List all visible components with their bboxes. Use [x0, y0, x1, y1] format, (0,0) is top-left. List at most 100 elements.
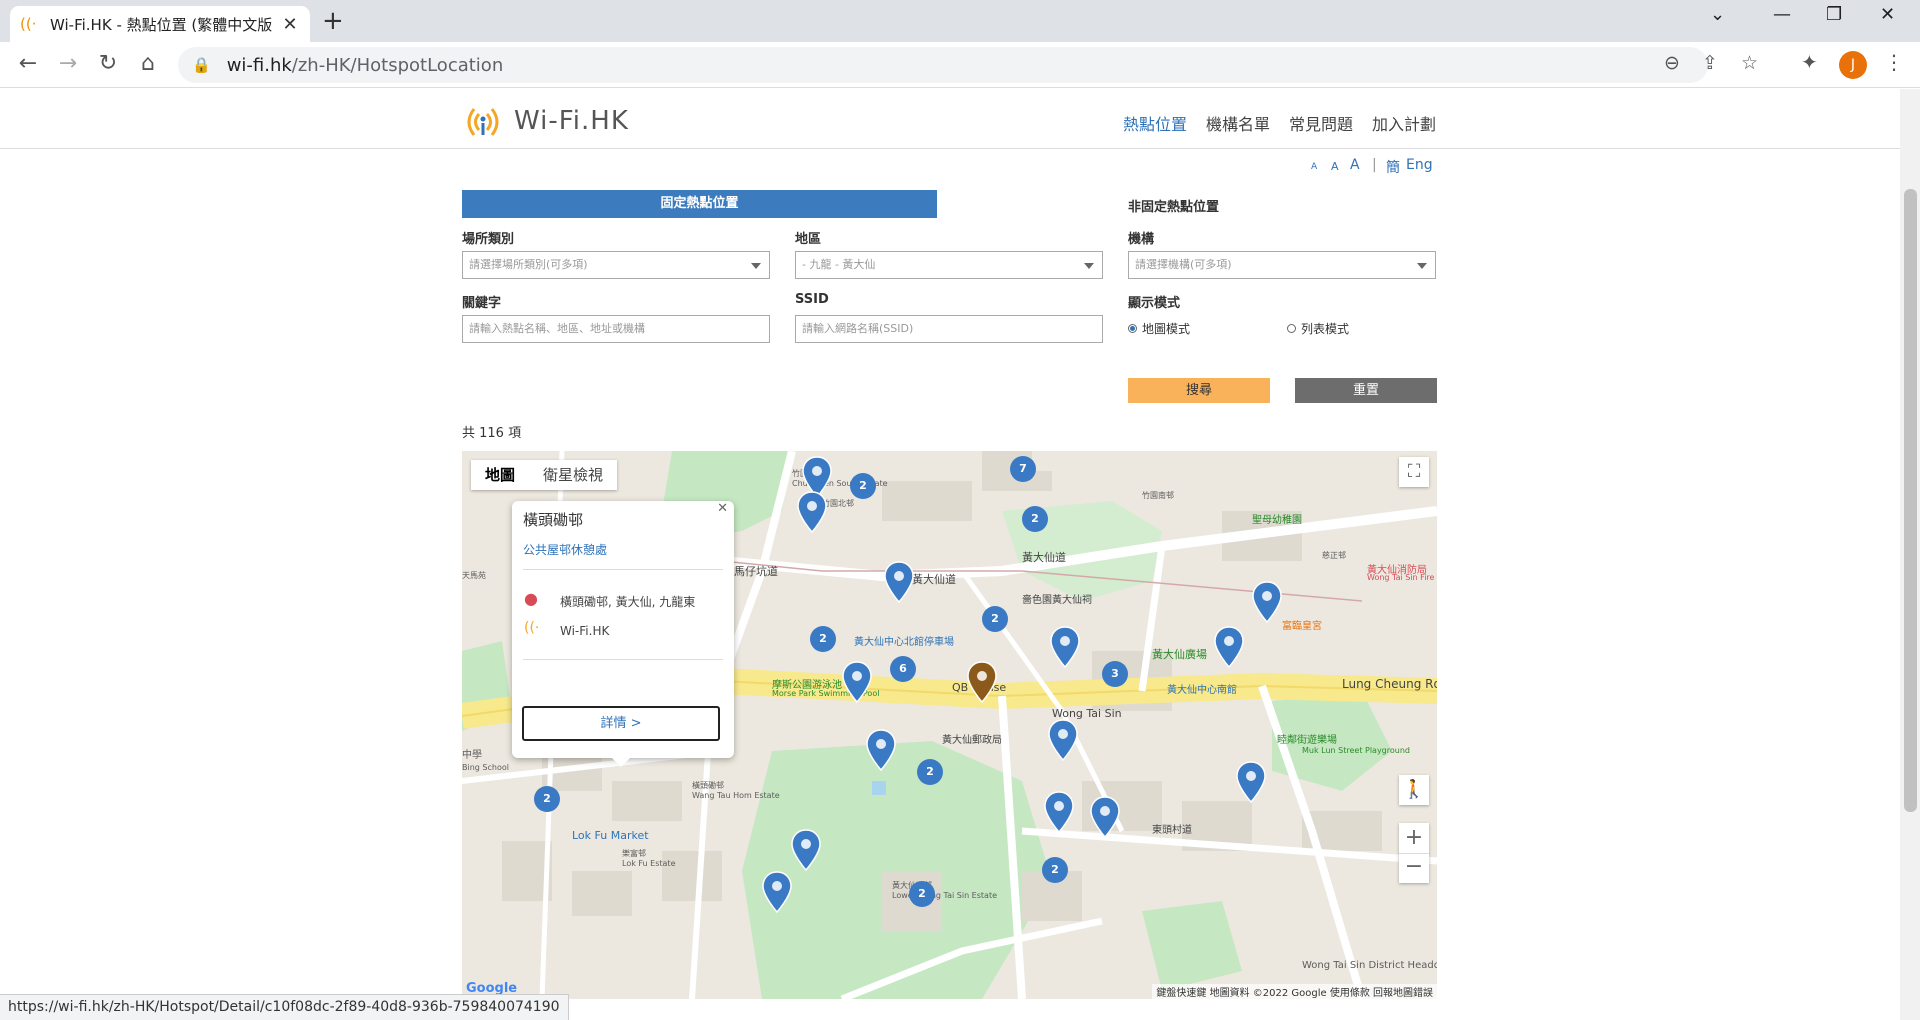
result-count: 共 116 項 [462, 426, 522, 441]
map-type-satellite[interactable]: 衛星檢視 [529, 460, 617, 490]
tab-title: Wi-Fi.HK - 熱點位置 (繁體中文版 [50, 15, 273, 34]
district-label: 地區 [795, 232, 822, 247]
zoom-out-icon[interactable]: − [1399, 853, 1429, 883]
hotspot-map[interactable]: 黃大仙道 馬仔坑道 黃大仙道 Lung Cheung Rd QB House W… [462, 451, 1437, 999]
font-size-medium[interactable]: A [1331, 160, 1339, 173]
map-type-control: 地圖 衛星檢視 [471, 460, 618, 490]
wifi-icon: ((· [524, 620, 540, 636]
font-size-large[interactable]: A [1350, 157, 1360, 173]
map-type-map[interactable]: 地圖 [471, 460, 529, 490]
mode-label: 顯示模式 [1128, 296, 1181, 311]
keyword-input[interactable]: 請輸入熱點名稱、地區、地址或機構 [462, 315, 770, 343]
hotspot-cluster-marker[interactable]: 2 [917, 759, 943, 785]
nav-join-scheme[interactable]: 加入計劃 [1372, 111, 1436, 135]
hotspot-cluster-marker[interactable]: 7 [1010, 456, 1036, 482]
back-icon[interactable]: ← [14, 51, 42, 76]
fullscreen-icon[interactable]: ⛶ [1399, 457, 1429, 487]
hotspot-cluster-marker[interactable]: 2 [534, 786, 560, 812]
profile-avatar[interactable]: J [1839, 51, 1867, 79]
close-info-icon[interactable]: ✕ [717, 501, 728, 516]
place-label: Lok Fu Estate [622, 859, 676, 868]
scrollbar-thumb[interactable] [1904, 189, 1917, 812]
info-category[interactable]: 公共屋邨休憩處 [523, 541, 607, 558]
share-icon[interactable]: ⇪ [1702, 52, 1718, 74]
hotspot-cluster-marker[interactable]: 3 [1102, 661, 1128, 687]
zoom-icon[interactable]: ⊖ [1664, 52, 1680, 74]
hotspot-cluster-marker[interactable]: 2 [850, 473, 876, 499]
bookmark-star-icon[interactable]: ☆ [1741, 52, 1758, 74]
keyword-label: 關鍵字 [462, 296, 502, 311]
place-label: 黃大仙中心北館停車場 [854, 637, 954, 648]
site-logo[interactable]: Wi-Fi.HK [460, 105, 629, 137]
place-label: Bing School [462, 763, 509, 772]
district-select[interactable]: - 九龍 - 黃大仙 [795, 251, 1103, 279]
road-label: Lung Cheung Rd [1342, 677, 1437, 691]
browser-menu-icon[interactable]: ⋮ [1884, 50, 1904, 74]
browser-tab[interactable]: ((· Wi-Fi.HK - 熱點位置 (繁體中文版 ✕ [10, 6, 310, 42]
hotspot-cluster-marker[interactable]: 2 [1042, 857, 1068, 883]
mode-list-radio[interactable]: 列表模式 [1287, 320, 1349, 337]
org-select[interactable]: 請選擇機構(可多項) [1128, 251, 1436, 279]
place-label: Wong Tai Sin Fire Station [1367, 573, 1437, 582]
street-view-pegman-icon[interactable]: 🚶 [1399, 775, 1429, 805]
hotspot-info-window: ✕ 橫頭磡邨 公共屋邨休憩處 ● 橫頭磡邨, 黃大仙, 九龍東 ((· Wi-F… [512, 501, 734, 767]
hotspot-cluster-marker[interactable]: 2 [909, 881, 935, 907]
hotspot-cluster-marker[interactable]: 2 [1022, 506, 1048, 532]
lang-english[interactable]: Eng [1406, 157, 1433, 173]
tab-search-icon[interactable]: ⌄ [1710, 4, 1725, 25]
hotspot-cluster-marker[interactable]: 6 [890, 656, 916, 682]
tab-fixed-hotspot[interactable]: 固定熱點位置 [462, 190, 937, 218]
place-label: 富臨皇宮 [1282, 621, 1322, 632]
zoom-in-icon[interactable]: + [1399, 823, 1429, 853]
lang-divider: | [1372, 157, 1377, 173]
road-label: 馬仔坑道 [734, 565, 778, 578]
place-label: Wong Tai Sin District Headquarters [1302, 960, 1437, 971]
browser-tabbar: ((· Wi-Fi.HK - 熱點位置 (繁體中文版 ✕ + ⌄ — ❐ ✕ [0, 0, 1920, 42]
info-tail [612, 758, 630, 767]
place-label: 中學 [462, 750, 482, 761]
map-footer[interactable]: 鍵盤快速鍵 地圖資料 ©2022 Google 使用條款 回報地圖錯誤 [1152, 984, 1437, 999]
reload-icon[interactable]: ↻ [94, 51, 122, 76]
place-label: 天馬苑 [462, 571, 486, 580]
lang-simplified[interactable]: 簡 [1386, 157, 1400, 177]
search-button[interactable]: 搜尋 [1128, 378, 1270, 403]
nav-hotspot-location[interactable]: 熱點位置 [1123, 111, 1187, 135]
hotspot-cluster-marker[interactable]: 2 [982, 606, 1008, 632]
venue-label: 場所類別 [462, 232, 515, 247]
tab-mobile-hotspot[interactable]: 非固定熱點位置 [1128, 196, 1219, 215]
nav-faq[interactable]: 常見問題 [1289, 111, 1353, 135]
details-button[interactable]: 詳情 > [522, 706, 720, 741]
place-label: 慈正邨 [1322, 551, 1346, 560]
hotspot-cluster-marker[interactable]: 2 [810, 626, 836, 652]
place-label: Wang Tau Hom Estate [692, 791, 780, 800]
place-label: 嗇色園黃大仙祠 [1022, 595, 1092, 606]
place-label: 黃大仙郵政局 [942, 735, 1002, 746]
close-tab-icon[interactable]: ✕ [280, 14, 300, 35]
logo-text: Wi-Fi.HK [514, 106, 629, 136]
info-provider: Wi-Fi.HK [560, 624, 610, 638]
extensions-icon[interactable]: ✦ [1801, 50, 1818, 74]
font-size-small[interactable]: A [1311, 162, 1317, 172]
venue-select[interactable]: 請選擇場所類別(可多項) [462, 251, 770, 279]
org-label: 機構 [1128, 232, 1155, 247]
road-label: 黃大仙道 [1022, 551, 1066, 564]
home-icon[interactable]: ⌂ [134, 51, 162, 76]
forward-icon[interactable]: → [54, 51, 82, 76]
page-scrollbar[interactable] [1900, 89, 1920, 1020]
restore-icon[interactable]: ❐ [1826, 4, 1842, 25]
lock-icon: 🔒 [192, 56, 211, 74]
new-tab-icon[interactable]: + [322, 6, 344, 36]
close-window-icon[interactable]: ✕ [1880, 4, 1895, 25]
ssid-input[interactable]: 請輸入網路名稱(SSID) [795, 315, 1103, 343]
url-host: wi-fi.hk [226, 54, 292, 76]
info-title: 橫頭磡邨 [523, 511, 584, 529]
url-path: /zh-HK/HotspotLocation [291, 54, 504, 76]
place-label: 睦鄰街遊樂場 [1277, 735, 1337, 746]
mode-map-radio[interactable]: 地圖模式 [1128, 320, 1190, 337]
minimize-icon[interactable]: — [1773, 4, 1791, 25]
radio-unchecked-icon [1287, 324, 1296, 333]
address-bar[interactable]: 🔒 wi-fi.hk/zh-HK/HotspotLocation ⊖ ⇪ ☆ [178, 47, 1758, 83]
site-header: Wi-Fi.HK 熱點位置 機構名單 常見問題 加入計劃 [0, 89, 1900, 149]
reset-button[interactable]: 重置 [1295, 378, 1437, 403]
nav-organization-list[interactable]: 機構名單 [1206, 111, 1270, 135]
